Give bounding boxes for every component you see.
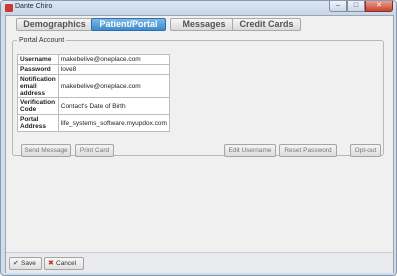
edit-username-button[interactable]: Edit Username (224, 144, 276, 157)
username-value: makebelive@oneplace.com (57, 54, 170, 65)
send-message-button[interactable]: Send Message (21, 144, 71, 157)
cancel-label: Cancel (56, 260, 77, 267)
portal-account-group: Portal Account Username makebelive@onepl… (12, 37, 384, 157)
tab-patient-portal[interactable]: Patient/Portal (91, 18, 166, 31)
tab-demographics[interactable]: Demographics (16, 18, 93, 31)
app-icon (5, 4, 13, 12)
tab-bar: Demographics Patient/Portal Messages Cre… (6, 16, 393, 33)
minimize-button[interactable]: – (329, 1, 347, 12)
table-row: Portal Address life_systems_software.myu… (17, 114, 170, 132)
save-button[interactable]: ✔ Save (9, 257, 42, 270)
maximize-button[interactable]: □ (347, 1, 365, 12)
close-button[interactable]: ✕ (365, 1, 393, 12)
title-bar[interactable]: Dante Chiro – □ ✕ (1, 1, 396, 15)
table-row: Verification Code Contact's Date of Birt… (17, 97, 170, 115)
caption-buttons: – □ ✕ (329, 1, 393, 12)
opt-out-button[interactable]: Opt-out (350, 144, 381, 157)
tab-messages[interactable]: Messages (170, 18, 238, 31)
verification-code-label: Verification Code (17, 97, 59, 115)
cancel-button[interactable]: ✖ Cancel (44, 257, 84, 270)
portal-address-label: Portal Address (17, 114, 59, 132)
table-row: Notification email address makebelive@on… (17, 74, 170, 98)
reset-password-button[interactable]: Reset Password (279, 144, 337, 157)
portal-account-legend: Portal Account (19, 37, 65, 44)
x-icon: ✖ (48, 260, 54, 267)
portal-panel: Portal Account Username makebelive@onepl… (6, 33, 393, 243)
table-row: Username makebelive@oneplace.com (17, 54, 170, 65)
password-value: love8 (57, 64, 170, 75)
portal-address-value: life_systems_software.myupdox.com (57, 114, 170, 132)
app-window: Dante Chiro – □ ✕ Demographics Patient/P… (0, 0, 397, 276)
verification-code-value: Contact's Date of Birth (57, 97, 170, 115)
check-icon: ✔ (13, 260, 19, 267)
notification-email-label: Notification email address (17, 74, 59, 98)
portal-account-table: Username makebelive@oneplace.com Passwor… (17, 54, 170, 132)
password-label: Password (17, 64, 59, 75)
username-label: Username (17, 54, 59, 65)
footer-bar: ✔ Save ✖ Cancel (6, 252, 393, 273)
client-area: Demographics Patient/Portal Messages Cre… (5, 15, 394, 273)
table-row: Password love8 (17, 64, 170, 75)
window-title: Dante Chiro (15, 3, 53, 10)
save-label: Save (21, 260, 36, 267)
tab-credit-cards[interactable]: Credit Cards (232, 18, 301, 31)
print-card-button[interactable]: Print Card (75, 144, 114, 157)
notification-email-value: makebelive@oneplace.com (57, 74, 170, 98)
